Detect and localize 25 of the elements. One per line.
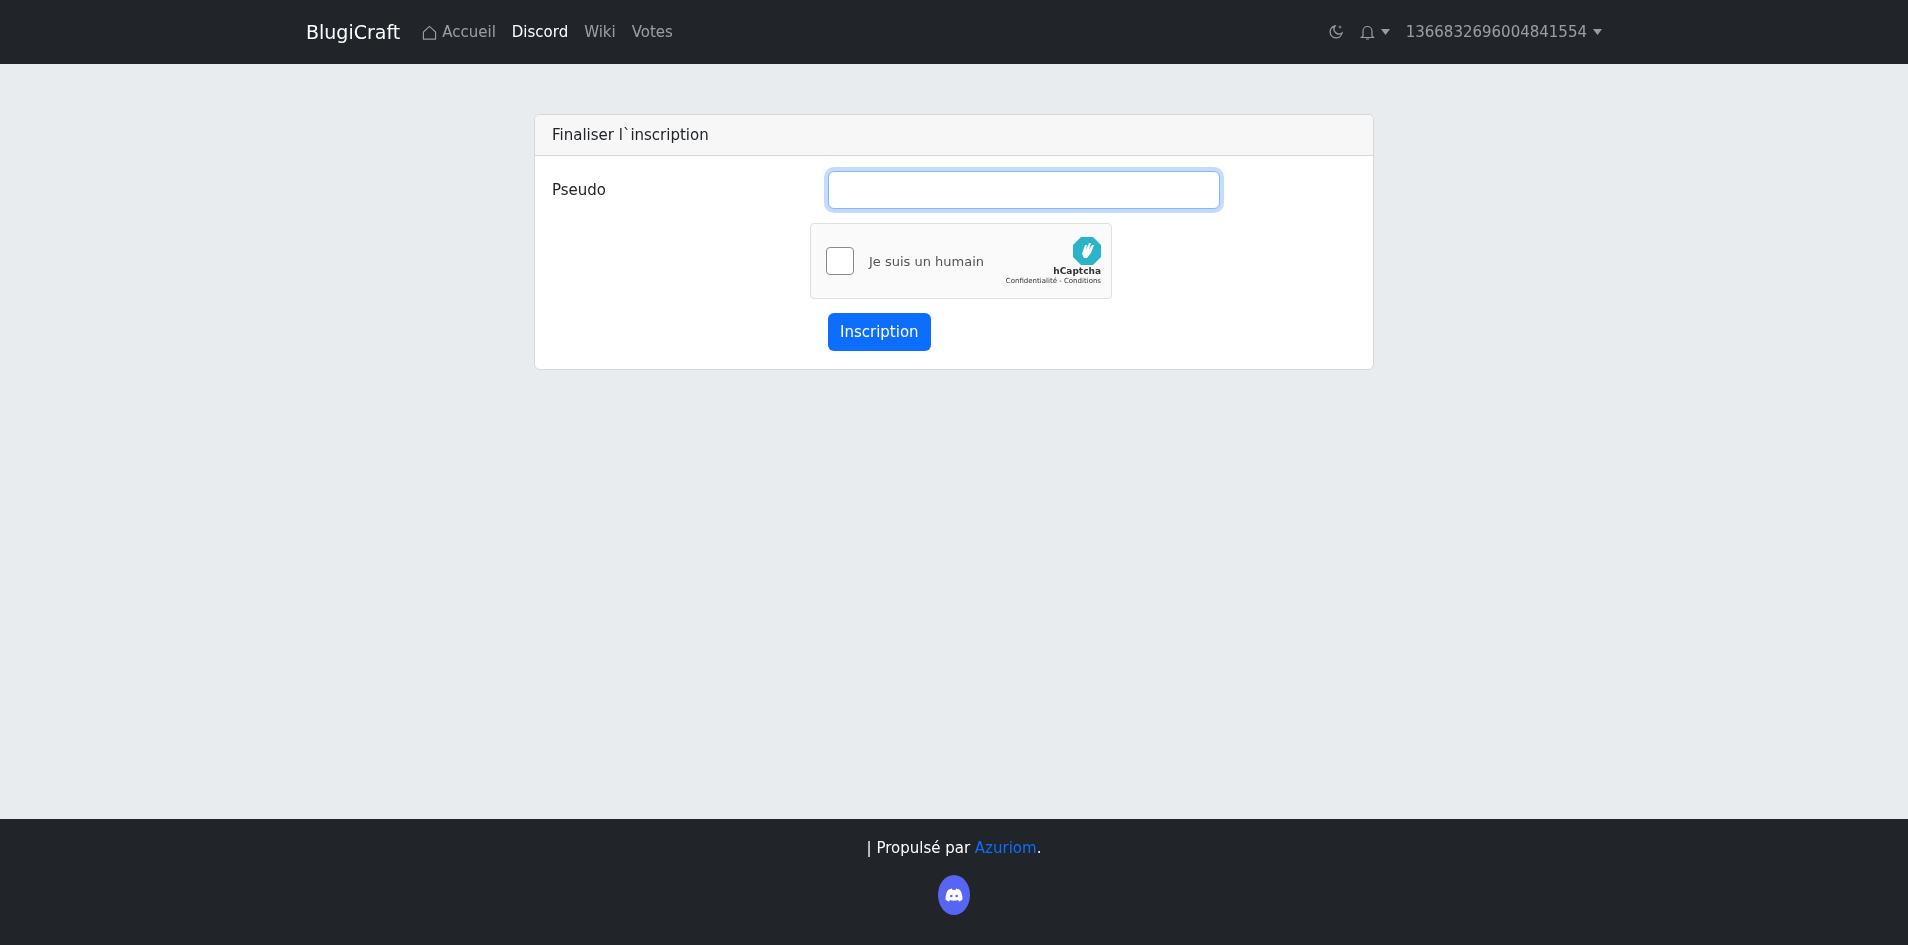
- home-icon: [422, 24, 438, 40]
- caret-icon: [1593, 29, 1602, 35]
- footer-text: | Propulsé par Azuriom.: [866, 839, 1042, 857]
- input-field[interactable]: [828, 171, 1220, 209]
- user-dropdown[interactable]: 1366832696004841554: [1405, 23, 1602, 41]
- nav-link[interactable]: Wiki: [584, 23, 616, 41]
- captcha-brand: hCaptcha: [1053, 266, 1101, 276]
- nav-link[interactable]: Accueil: [422, 23, 496, 41]
- nav-link[interactable]: Votes: [631, 23, 673, 41]
- captcha-checkbox[interactable]: [826, 247, 854, 275]
- card-title: Finaliser l`inscription: [535, 115, 1373, 156]
- discord-button[interactable]: [938, 875, 970, 915]
- moon-stars-icon: [1327, 24, 1344, 40]
- captcha-label: Je suis un humain: [869, 253, 986, 269]
- caret-icon: [1380, 29, 1390, 35]
- discord-icon: [945, 888, 963, 902]
- footer-link[interactable]: Azuriom: [974, 839, 1037, 857]
- nav-link[interactable]: Discord: [511, 23, 569, 41]
- theme-toggle[interactable]: [1327, 24, 1344, 40]
- field-label: Pseudo: [552, 181, 608, 199]
- brand-link[interactable]: BlugiCraft: [306, 21, 401, 43]
- notifications-dropdown[interactable]: [1359, 24, 1390, 40]
- bell-icon: [1359, 24, 1375, 40]
- submit-button[interactable]: Inscription: [828, 313, 931, 351]
- hand-logo-icon: [1073, 237, 1101, 265]
